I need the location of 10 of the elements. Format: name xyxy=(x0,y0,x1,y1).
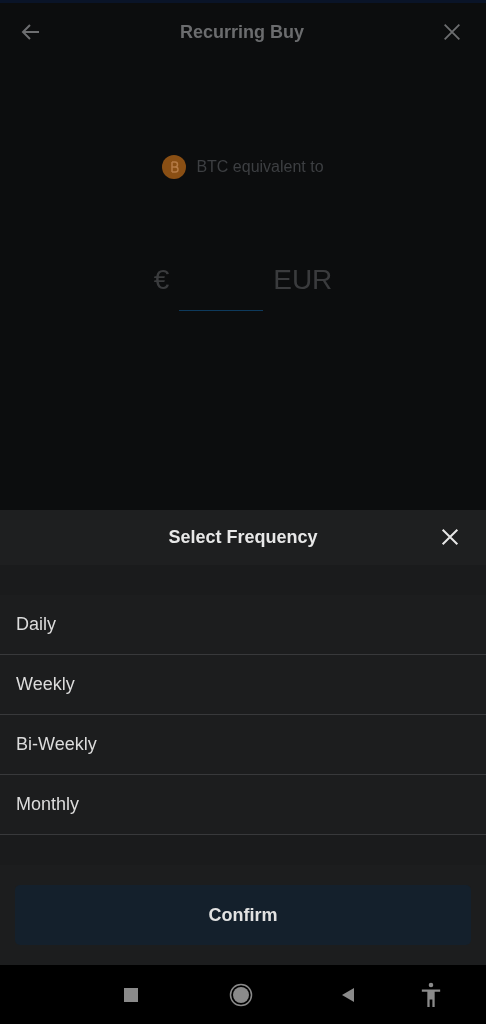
currency-symbol: € xyxy=(153,263,170,297)
sheet-title: Select Frequency xyxy=(168,527,318,548)
close-icon[interactable] xyxy=(439,526,461,548)
screen-title: Recurring Buy xyxy=(180,21,304,43)
back-icon[interactable] xyxy=(340,986,356,1003)
confirm-button[interactable]: Confirm xyxy=(15,885,471,945)
accessibility-icon[interactable] xyxy=(420,981,442,1008)
coin-icon xyxy=(162,155,187,179)
home-icon[interactable] xyxy=(229,982,253,1007)
recents-icon[interactable] xyxy=(123,986,139,1003)
